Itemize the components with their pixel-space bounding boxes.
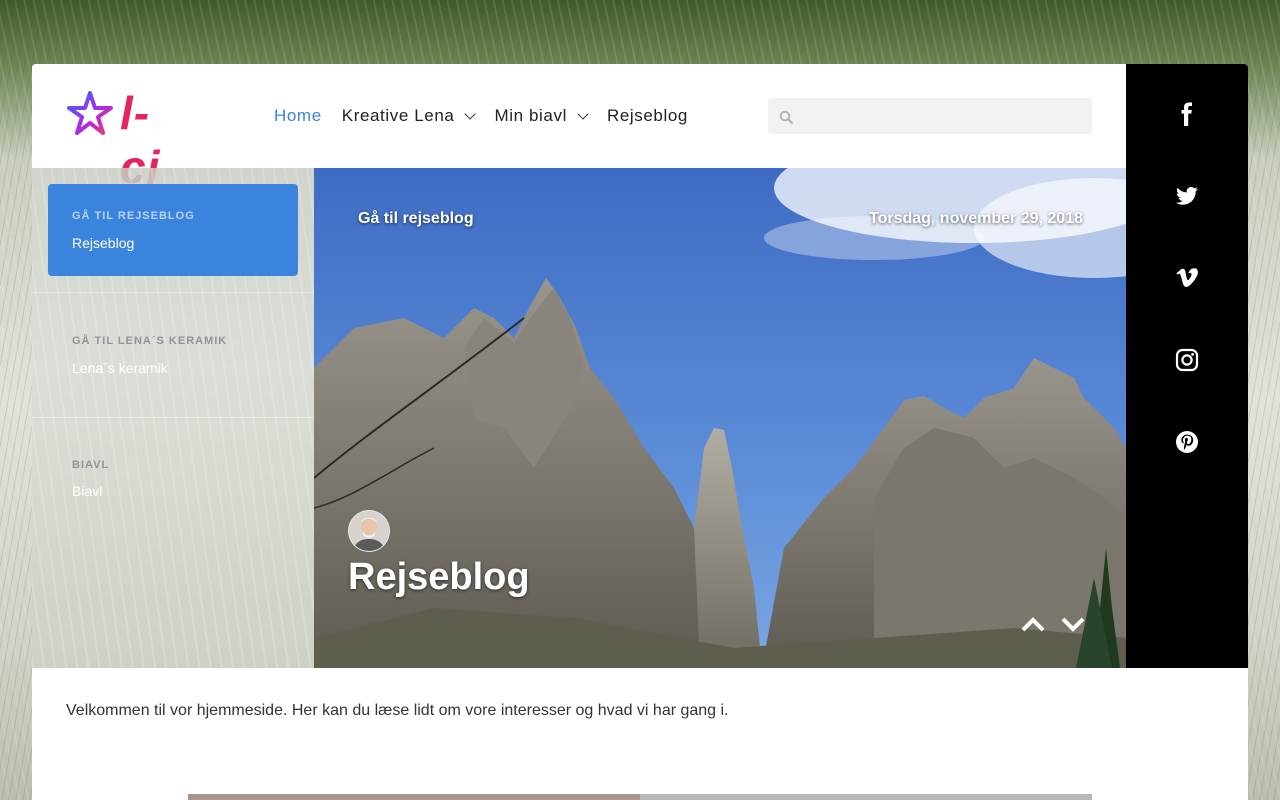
chevron-up-icon[interactable] (1020, 614, 1046, 634)
sidebar-item-link[interactable]: Lena´s keramik (72, 360, 168, 376)
sidebar-item-rejseblog[interactable]: GÅ TIL REJSEBLOG Rejseblog (48, 184, 298, 276)
main-nav: Home Kreative Lena Min biavl Rejseblog (264, 104, 698, 128)
search-icon (779, 110, 793, 124)
author-avatar-image (349, 511, 389, 551)
site-logo[interactable]: l-cj (66, 86, 186, 193)
hero-slider: Gå til rejseblog Torsdag, november 29, 2… (314, 168, 1126, 668)
nav-label: Home (274, 106, 322, 125)
hero-goto-link[interactable]: Gå til rejseblog (358, 210, 474, 228)
site-header: l-cj Home Kreative Lena Min biavl Rejseb… (32, 64, 1126, 193)
chevron-down-icon (464, 107, 477, 120)
sidebar-item-biavl[interactable]: BIAVL Biavl (48, 432, 298, 524)
page-container: l-cj Home Kreative Lena Min biavl Rejseb… (32, 64, 1248, 800)
sidebar-item-link[interactable]: Rejseblog (72, 235, 134, 251)
facebook-icon[interactable] (1175, 102, 1199, 126)
chevron-down-icon (577, 107, 589, 120)
nav-label: Kreative Lena (341, 106, 455, 125)
sidebar-item-label: GÅ TIL LENA´S KERAMIK (72, 335, 228, 347)
content-gallery-image (188, 794, 1092, 800)
pinterest-icon[interactable] (1175, 430, 1199, 454)
hero-date: Torsdag, november 29, 2018 (868, 210, 1083, 227)
nav-label: Min biavl (494, 106, 567, 125)
vimeo-icon[interactable] (1175, 266, 1199, 290)
search-input[interactable] (802, 98, 1086, 136)
gallery-image-right (640, 794, 1092, 800)
social-sidebar (1126, 64, 1248, 668)
slider-controls (1020, 614, 1086, 634)
sidebar-item-label: BIAVL (72, 459, 110, 471)
nav-item-kreative-lena[interactable]: Kreative Lena (341, 106, 477, 126)
hero-title: Rejseblog (348, 556, 530, 598)
sidebar-item-link[interactable]: Biavl (72, 483, 102, 499)
sidebar-divider (32, 292, 314, 293)
gallery-image-left (188, 794, 640, 800)
sidebar-divider (32, 417, 314, 418)
nav-item-home[interactable]: Home (274, 106, 322, 126)
nav-label: Rejseblog (606, 106, 688, 125)
star-logo-icon (67, 91, 113, 135)
intro-text: Velkommen til vor hjemmeside. Her kan du… (66, 702, 729, 719)
avatar[interactable] (348, 510, 390, 552)
chevron-down-icon[interactable] (1060, 614, 1086, 634)
search-box (768, 98, 1092, 136)
sidebar-item-label: GÅ TIL REJSEBLOG (72, 210, 195, 222)
nav-item-rejseblog[interactable]: Rejseblog (607, 106, 688, 126)
instagram-icon[interactable] (1175, 348, 1199, 372)
sidebar-item-keramik[interactable]: GÅ TIL LENA´S KERAMIK Lena´s keramik (48, 308, 298, 400)
featured-sidebar: GÅ TIL REJSEBLOG Rejseblog GÅ TIL LENA´S… (32, 168, 314, 668)
twitter-icon[interactable] (1175, 184, 1199, 208)
nav-item-min-biavl[interactable]: Min biavl (494, 106, 589, 126)
